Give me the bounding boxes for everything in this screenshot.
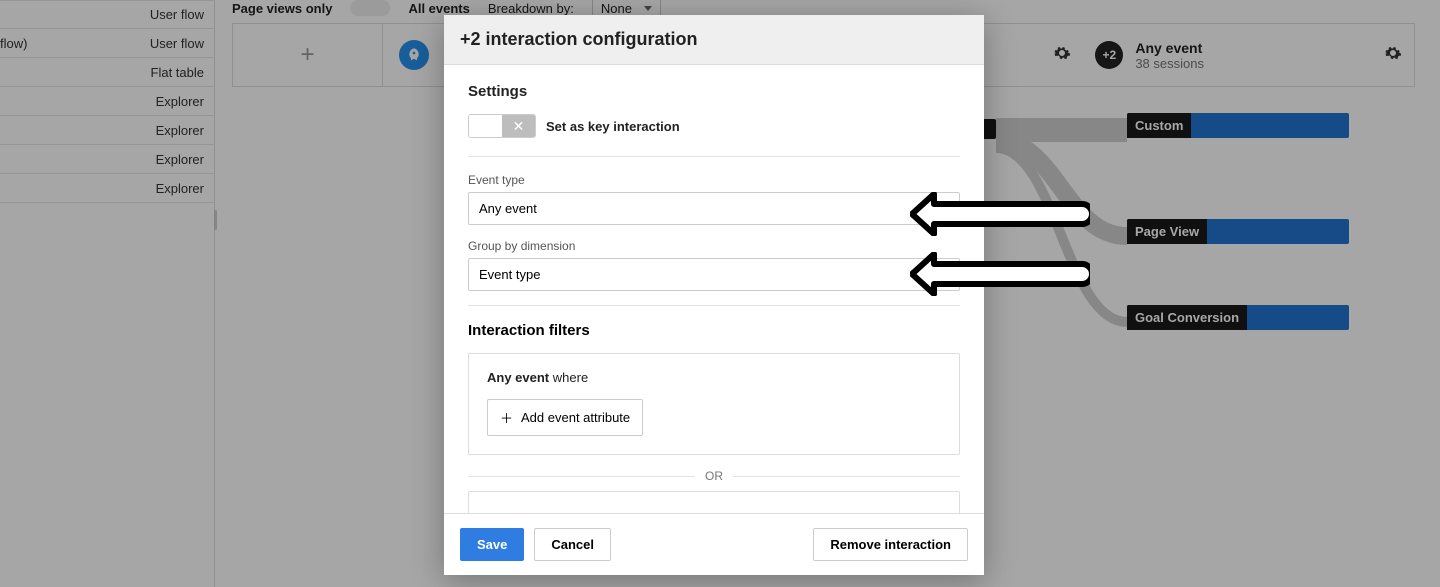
filters-caption-event: Any event xyxy=(487,370,549,385)
settings-heading: Settings xyxy=(468,83,960,100)
group-by-label: Group by dimension xyxy=(468,239,960,253)
annotation-arrow-group-by xyxy=(910,252,1090,296)
add-event-attribute-label: Add event attribute xyxy=(521,410,630,425)
cancel-button[interactable]: Cancel xyxy=(534,528,611,561)
or-divider: OR xyxy=(468,469,960,483)
save-button-label: Save xyxy=(477,537,507,552)
event-type-label: Event type xyxy=(468,173,960,187)
cancel-button-label: Cancel xyxy=(551,537,594,552)
filters-caption: Any event where xyxy=(487,370,941,385)
modal-footer: Save Cancel Remove interaction xyxy=(444,513,984,575)
toggle-on-half xyxy=(469,115,502,137)
remove-interaction-label: Remove interaction xyxy=(830,537,951,552)
event-type-value: Any event xyxy=(479,201,537,216)
event-type-select[interactable]: Any event xyxy=(468,192,960,225)
save-button[interactable]: Save xyxy=(460,528,524,561)
remove-interaction-button[interactable]: Remove interaction xyxy=(813,528,968,561)
interaction-config-modal: +2 interaction configuration Settings ✕ … xyxy=(444,15,984,575)
divider xyxy=(468,156,960,157)
filters-caption-where: where xyxy=(553,370,588,385)
annotation-arrow-event-type xyxy=(910,192,1090,236)
filters-box: Any event where ＋ Add event attribute xyxy=(468,353,960,455)
key-interaction-row: ✕ Set as key interaction xyxy=(468,114,960,138)
interaction-filters-heading: Interaction filters xyxy=(468,322,960,339)
or-label: OR xyxy=(705,469,723,483)
close-icon: ✕ xyxy=(513,118,525,135)
group-by-select[interactable]: Event type xyxy=(468,258,960,291)
divider xyxy=(468,305,960,306)
key-interaction-toggle[interactable]: ✕ xyxy=(468,114,536,138)
key-interaction-label: Set as key interaction xyxy=(546,119,680,134)
modal-title: +2 interaction configuration xyxy=(444,15,984,65)
add-event-attribute-button[interactable]: ＋ Add event attribute xyxy=(487,399,643,436)
toggle-off-half: ✕ xyxy=(502,115,535,137)
filters-box-secondary[interactable] xyxy=(468,491,960,513)
plus-icon: ＋ xyxy=(500,408,513,427)
group-by-value: Event type xyxy=(479,267,540,282)
modal-body: Settings ✕ Set as key interaction Event … xyxy=(444,65,984,513)
